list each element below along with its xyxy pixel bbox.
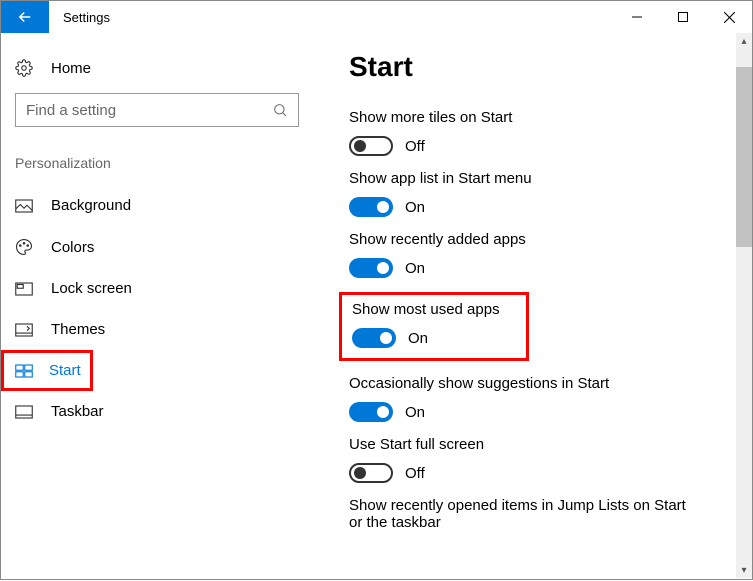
close-icon [724,12,735,23]
taskbar-icon [15,405,35,419]
highlighted-setting: Show most used apps On [339,292,529,361]
sidebar-item-label: Taskbar [51,403,104,420]
toggle-state: Off [405,465,425,482]
toggle-state: On [405,404,425,421]
category-label: Personalization [1,155,313,185]
setting-show-recently-added: Show recently added apps On [349,231,748,278]
setting-label: Show recently opened items in Jump Lists… [349,497,699,531]
window-title: Settings [49,10,110,25]
toggle-state: On [405,260,425,277]
sidebar: Home Find a setting Personalization Back… [1,33,313,581]
palette-icon [15,238,35,256]
toggle-show-more-tiles[interactable] [349,136,393,156]
start-icon [15,364,33,378]
toggle-show-recently-added[interactable] [349,258,393,278]
setting-show-more-tiles: Show more tiles on Start Off [349,109,748,156]
toggle-start-full-screen[interactable] [349,463,393,483]
sidebar-item-colors[interactable]: Colors [1,226,313,268]
setting-jump-lists: Show recently opened items in Jump Lists… [349,497,699,531]
toggle-show-most-used[interactable] [352,328,396,348]
toggle-state: On [408,330,428,347]
window-controls [614,1,752,33]
setting-label: Show most used apps [352,301,516,318]
home-label: Home [51,60,91,77]
search-input[interactable]: Find a setting [15,93,299,127]
sidebar-item-themes[interactable]: Themes [1,309,313,350]
search-placeholder: Find a setting [26,102,116,119]
sidebar-item-label: Colors [51,239,94,256]
sidebar-item-label: Start [49,362,81,379]
maximize-icon [678,12,688,22]
maximize-button[interactable] [660,1,706,33]
sidebar-item-start[interactable]: Start [1,350,93,391]
minimize-button[interactable] [614,1,660,33]
main-panel: Start Show more tiles on Start Off Show … [313,33,752,581]
sidebar-item-label: Background [51,197,131,214]
sidebar-item-background[interactable]: Background [1,185,313,226]
setting-label: Occasionally show suggestions in Start [349,375,748,392]
back-button[interactable] [1,1,49,33]
scroll-up-arrow[interactable]: ▴ [736,33,752,49]
setting-label: Show more tiles on Start [349,109,748,126]
close-button[interactable] [706,1,752,33]
sidebar-item-label: Lock screen [51,280,132,297]
arrow-left-icon [16,8,34,26]
scroll-down-arrow[interactable]: ▾ [736,562,752,578]
search-icon [272,102,288,118]
setting-label: Show app list in Start menu [349,170,748,187]
minimize-icon [632,12,642,22]
lock-screen-icon [15,282,35,296]
toggle-show-suggestions[interactable] [349,402,393,422]
sidebar-item-taskbar[interactable]: Taskbar [1,391,313,432]
toggle-state: On [405,199,425,216]
sidebar-item-lock-screen[interactable]: Lock screen [1,268,313,309]
scrollbar-thumb[interactable] [736,67,752,247]
toggle-show-app-list[interactable] [349,197,393,217]
themes-icon [15,323,35,337]
sidebar-item-label: Themes [51,321,105,338]
setting-start-full-screen: Use Start full screen Off [349,436,748,483]
setting-show-suggestions: Occasionally show suggestions in Start O… [349,375,748,422]
titlebar: Settings [1,1,752,33]
scrollbar[interactable]: ▴ ▾ [736,33,752,578]
setting-show-app-list: Show app list in Start menu On [349,170,748,217]
setting-label: Show recently added apps [349,231,748,248]
setting-label: Use Start full screen [349,436,748,453]
page-title: Start [349,51,748,83]
toggle-state: Off [405,138,425,155]
picture-icon [15,199,35,213]
gear-icon [15,59,35,77]
home-link[interactable]: Home [1,51,313,93]
